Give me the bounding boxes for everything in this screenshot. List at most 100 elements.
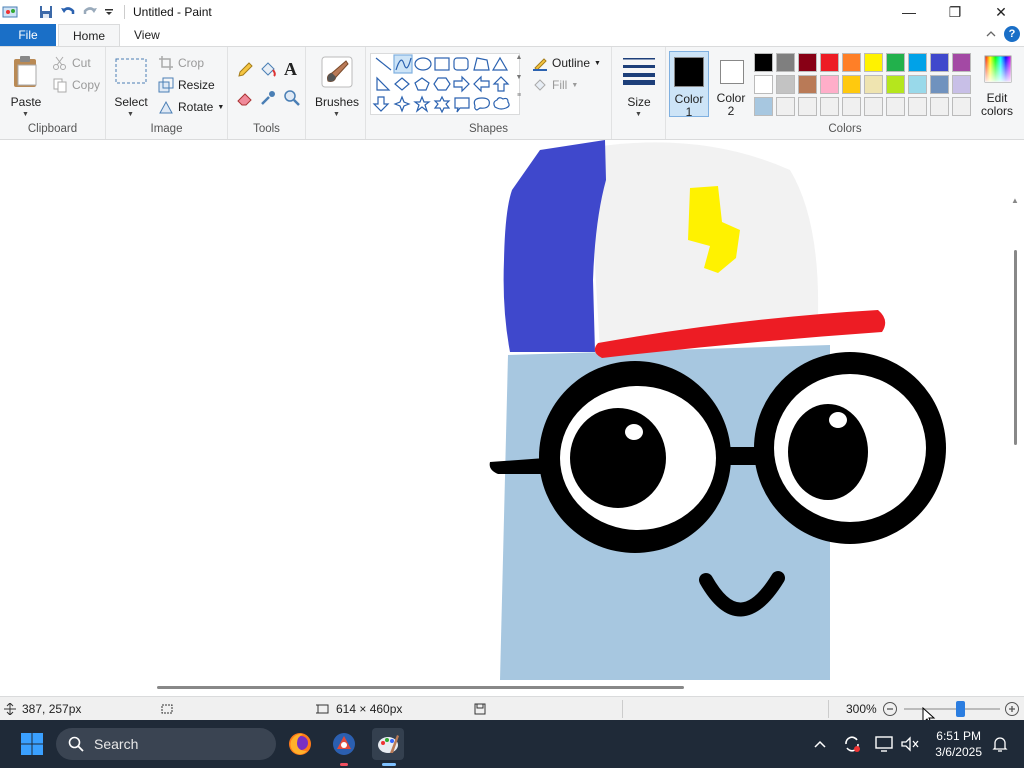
palette-swatch[interactable] [864, 75, 883, 94]
minimize-button[interactable]: — [886, 0, 932, 24]
help-icon[interactable]: ? [1004, 26, 1020, 42]
palette-swatch[interactable] [842, 53, 861, 72]
five-point-star-shape-icon[interactable] [413, 95, 431, 113]
paste-button[interactable]: Paste ▼ [6, 53, 46, 118]
palette-swatch[interactable] [886, 97, 905, 116]
collapse-ribbon-icon[interactable] [986, 27, 996, 41]
drawing-canvas[interactable] [0, 140, 1008, 680]
six-point-star-shape-icon[interactable] [433, 95, 451, 114]
pencil-icon[interactable] [236, 61, 254, 82]
down-arrow-shape-icon[interactable] [372, 96, 390, 112]
firefox-taskbar-icon[interactable] [284, 728, 316, 760]
palette-swatch[interactable] [864, 53, 883, 72]
text-tool-icon[interactable]: A [284, 59, 297, 80]
up-arrow-shape-icon[interactable] [492, 76, 510, 92]
crop-button[interactable]: Crop [158, 53, 204, 73]
sync-tray-icon[interactable] [836, 728, 868, 760]
palette-swatch[interactable] [930, 75, 949, 94]
pentagon-shape-icon[interactable] [414, 77, 430, 91]
copy-button[interactable]: Copy [52, 75, 100, 95]
palette-swatch[interactable] [776, 75, 795, 94]
polygon-shape-icon[interactable] [473, 57, 490, 71]
four-point-star-shape-icon[interactable] [393, 95, 411, 113]
scroll-up-icon[interactable]: ▲ [1011, 196, 1019, 205]
tab-file[interactable]: File [0, 24, 56, 46]
rotate-button[interactable]: Rotate ▼ [158, 97, 224, 117]
palette-swatch[interactable] [820, 75, 839, 94]
fill-bucket-icon[interactable] [259, 61, 277, 82]
cloud-callout-shape-icon[interactable] [493, 97, 510, 110]
palette-swatch[interactable] [798, 75, 817, 94]
color-picker-icon[interactable] [259, 89, 277, 110]
shapes-scroll-down-icon[interactable]: ▼ [514, 73, 524, 83]
app-taskbar-icon[interactable] [328, 728, 360, 766]
palette-swatch[interactable] [952, 53, 971, 72]
zoom-in-button[interactable] [1004, 697, 1020, 721]
palette-swatch[interactable] [930, 97, 949, 116]
outline-button[interactable]: Outline ▼ [532, 53, 601, 73]
palette-swatch[interactable] [754, 75, 773, 94]
palette-swatch[interactable] [908, 53, 927, 72]
zoom-out-button[interactable] [882, 697, 898, 721]
tab-home[interactable]: Home [58, 24, 121, 46]
zoom-slider[interactable] [904, 701, 1000, 717]
line-shape-icon[interactable] [375, 57, 392, 71]
palette-swatch[interactable] [842, 97, 861, 116]
magnifier-icon[interactable] [283, 89, 301, 110]
right-arrow-shape-icon[interactable] [453, 75, 470, 93]
palette-swatch[interactable] [864, 97, 883, 116]
eraser-icon[interactable] [236, 89, 254, 110]
select-button[interactable]: Select ▼ [112, 53, 150, 118]
fill-button[interactable]: Fill ▼ [532, 75, 578, 95]
hexagon-shape-icon[interactable] [433, 77, 451, 91]
palette-swatch[interactable] [754, 53, 773, 72]
rectangular-callout-shape-icon[interactable] [454, 97, 470, 113]
palette-swatch[interactable] [842, 75, 861, 94]
start-button[interactable] [16, 728, 48, 760]
taskbar-clock[interactable]: 6:51 PM 3/6/2025 [935, 728, 982, 760]
shapes-expand-icon[interactable]: ≡ [514, 91, 524, 101]
right-triangle-shape-icon[interactable] [376, 76, 391, 91]
palette-swatch[interactable] [930, 53, 949, 72]
palette-swatch[interactable] [798, 97, 817, 116]
palette-swatch[interactable] [776, 53, 795, 72]
oval-callout-shape-icon[interactable] [473, 97, 490, 111]
palette-swatch[interactable] [952, 97, 971, 116]
notifications-button[interactable] [984, 728, 1016, 760]
horizontal-scroll-thumb[interactable] [157, 686, 684, 689]
palette-swatch[interactable] [952, 75, 971, 94]
close-button[interactable]: ✕ [978, 0, 1024, 24]
color-1-button[interactable]: Color 1 [669, 51, 709, 119]
volume-tray-icon[interactable] [894, 728, 926, 760]
redo-icon[interactable] [82, 4, 98, 20]
palette-swatch[interactable] [776, 97, 795, 116]
left-arrow-shape-icon[interactable] [473, 75, 490, 93]
customize-quick-access-icon[interactable] [104, 6, 114, 18]
paint-app-icon[interactable] [2, 4, 20, 20]
maximize-button[interactable]: ❐ [932, 0, 978, 24]
palette-swatch[interactable] [886, 53, 905, 72]
save-icon[interactable] [38, 4, 54, 20]
zoom-slider-thumb[interactable] [956, 701, 965, 717]
palette-swatch[interactable] [820, 53, 839, 72]
edit-colors-button[interactable]: Edit colors [974, 51, 1020, 118]
undo-icon[interactable] [60, 4, 76, 20]
tab-view[interactable]: View [120, 24, 174, 46]
palette-swatch[interactable] [798, 53, 817, 72]
taskbar-search[interactable]: Search [56, 728, 276, 760]
rounded-rectangle-shape-icon[interactable] [453, 57, 469, 71]
resize-button[interactable]: Resize [158, 75, 215, 95]
show-hidden-icons-button[interactable] [804, 728, 836, 760]
cut-button[interactable]: Cut [52, 53, 91, 73]
size-button[interactable]: Size ▼ [618, 53, 660, 119]
paint-taskbar-icon[interactable] [372, 728, 404, 766]
palette-swatch[interactable] [908, 97, 927, 116]
brushes-button[interactable]: Brushes ▼ [310, 53, 364, 119]
rectangle-shape-icon[interactable] [434, 57, 450, 71]
shapes-scrollbar[interactable]: ▲ ▼ ≡ [514, 53, 524, 115]
palette-swatch[interactable] [820, 97, 839, 116]
vertical-scroll-thumb[interactable] [1014, 250, 1017, 445]
shapes-scroll-up-icon[interactable]: ▲ [514, 53, 524, 63]
color-2-button[interactable]: Color 2 [712, 51, 752, 118]
palette-swatch[interactable] [754, 97, 773, 116]
